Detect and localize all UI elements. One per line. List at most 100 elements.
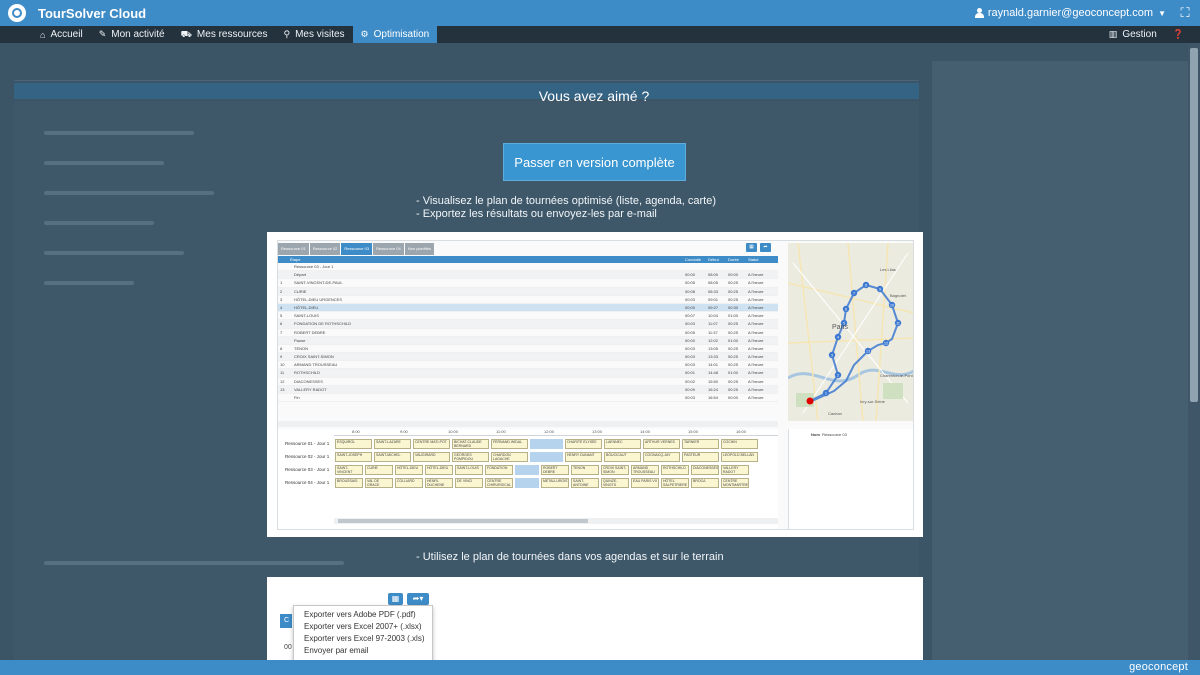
preview-column-header: Statut — [748, 257, 759, 262]
planning-preview-frame: Ressource 01 Ressource 02 Ressource 03 Ress… — [277, 240, 914, 530]
pencil-icon: ✎ — [98, 29, 107, 39]
preview-table-row: Fin 00:03 16:54 00:00 A l'heure — [278, 394, 778, 403]
nav-item-optimisation[interactable]: ⚙ Optimisation — [352, 26, 438, 43]
preview-table-body: Ressource 03 - Jour 1 Départ 00:00 08:00 00:… — [278, 263, 778, 403]
gantt-hour-label: 13:00 — [592, 429, 603, 434]
preview-cell: Ressource 03 - Jour 1 — [294, 264, 334, 269]
preview-cell: A l'heure — [748, 354, 764, 360]
preview-table-row: 2 CURIE 00:08 08:33 00:25 A l'heure — [278, 287, 778, 296]
preview-cell: 00:05 — [685, 329, 696, 335]
preview-cell: HÔTEL-DIEU URGENCES — [294, 296, 343, 302]
gantt-row-label: Ressource 04 - Jour 1 — [285, 480, 330, 485]
user-icon — [974, 8, 984, 18]
gantt-stop-block: CENTRE CHIRURGICAL — [485, 478, 513, 488]
gantt-stop-block: DE VINCI — [455, 478, 483, 488]
preview-cell: 00:25 — [728, 329, 739, 335]
preview-cell: 14:48 — [708, 370, 719, 376]
preview-cell: A l'heure — [748, 329, 764, 335]
nav-item-label: Mon activité — [111, 29, 165, 40]
preview-cell: 00:03 — [685, 362, 696, 368]
export-xlsx-item: Exporter vers Excel 2007+ (.xlsx) — [304, 622, 422, 631]
feature-item: - Exportez les résultats ou envoyez-les … — [416, 208, 657, 220]
preview-cell: 09:01 — [708, 296, 719, 302]
map-place-label: Bagnolet — [890, 293, 907, 298]
user-menu[interactable]: raynald.garnier@geoconcept.com ▼ — [974, 0, 1166, 26]
feature-list: - Visualisez le plan de tournées optimis… — [416, 195, 716, 221]
preview-cell: CURIE — [294, 288, 307, 294]
route-stop-number: 12 — [884, 341, 888, 345]
preview-cell: A l'heure — [748, 272, 764, 278]
preview-cell: 08:05 — [708, 280, 719, 286]
gantt-stop-block: HÔTEL-DIEU — [425, 465, 453, 475]
preview-table-row: 13 VALLERY RADOT 00:09 16:24 00:25 A l'heure — [278, 385, 778, 394]
nav-item-mes-visites[interactable]: ⚲ Mes visites — [276, 26, 353, 43]
preview-cell: 00:08 — [685, 288, 696, 294]
preview-cell: 01:00 — [728, 370, 739, 376]
nav-item-gestion[interactable]: ▥ Gestion — [1101, 26, 1165, 43]
nav-item-mon-activite[interactable]: ✎ Mon activité — [91, 26, 173, 43]
gantt-scrollbar — [334, 518, 778, 524]
preview-cell: 00:03 — [685, 321, 696, 327]
preview-tab: Non planifiés — [404, 243, 434, 255]
preview-cell: Pause — [294, 337, 306, 343]
preview-table-row: 3 HÔTEL-DIEU URGENCES 00:03 09:01 00:25 A l'h… — [278, 296, 778, 304]
route-stop-number: 10 — [890, 303, 894, 307]
background-toolbar — [14, 61, 919, 81]
gantt-stop-block: SAINT-JOSEPH — [335, 452, 372, 462]
preview-cell: 11 — [280, 370, 285, 376]
preview-cell: A l'heure — [748, 386, 764, 392]
preview-cell: 00:02 — [685, 378, 696, 384]
preview-cell: A l'heure — [748, 378, 764, 384]
nav-item-label: Optimisation — [373, 29, 430, 40]
preview-cell: 00:09 — [685, 386, 696, 392]
truck-icon: ⛟ — [180, 28, 192, 39]
preview-tab: Ressource 03 — [341, 243, 373, 255]
map-place-label: Cachan — [828, 411, 842, 416]
preview-cell: 13:05 — [708, 345, 719, 351]
gantt-stop-block: QUINZE-VINGTS — [601, 478, 629, 488]
gantt-stop-block: METALLURGISTES — [541, 478, 569, 488]
gantt-hour-label: 11:00 — [496, 429, 506, 434]
preview-cell: A l'heure — [748, 313, 764, 319]
share-icon: ➦ — [760, 243, 771, 252]
gantt-stop-block: ARMAND TROUSSEAU — [631, 465, 659, 475]
gantt-stop-block: VAUGIRARD — [413, 452, 450, 462]
page-scrollbar-thumb[interactable] — [1190, 48, 1198, 402]
gantt-stop-block: LAENNEC — [604, 439, 641, 449]
gantt-stop-block: CENTRE MATI-POT — [413, 439, 450, 449]
caret-down-icon: ▼ — [1158, 8, 1166, 18]
nav-item-mes-ressources[interactable]: ⛟ Mes ressources — [173, 26, 276, 43]
preview-cell: 00:03 — [685, 395, 696, 400]
gantt-stop-block: SAINT-LOUIS — [455, 465, 483, 475]
nav-item-label: Accueil — [50, 29, 83, 40]
gantt-stop-block: BOUCICAUT — [604, 452, 641, 462]
preview-cell: A l'heure — [748, 280, 764, 286]
preview-table-row: 4 HÔTEL-DIEU 00:00 09:27 00:30 A l'heure — [278, 303, 778, 313]
gantt-hour-label: 9:00 — [400, 429, 408, 434]
preview-table-row: 10 ARMAND TROUSSEAU 00:03 14:01 00:25 A l'heu… — [278, 361, 778, 370]
preview-column-header: Début — [708, 257, 719, 262]
export-pdf-item: Exporter vers Adobe PDF (.pdf) — [304, 610, 416, 619]
app-logo-icon[interactable] — [8, 4, 26, 22]
detail-value: Ressource 03 — [822, 432, 847, 437]
gantt-break-block — [515, 478, 539, 488]
route-stop-number: 6 — [845, 307, 847, 311]
gantt-stop-block: VALLERY RADOT — [721, 465, 749, 475]
preview-cell: A l'heure — [748, 370, 764, 376]
nav-item-help[interactable]: ❓ — [1165, 26, 1192, 43]
upgrade-button[interactable]: Passer en version complète — [503, 143, 686, 181]
export-dropdown-menu: Exporter vers Adobe PDF (.pdf) Exporter … — [293, 605, 433, 660]
preview-cell: 00:25 — [728, 280, 739, 286]
export-toolbar: ▦ ➦▾ — [388, 593, 429, 605]
help-icon: ❓ — [1172, 29, 1184, 39]
preview-cell: VALLERY RADOT — [294, 386, 327, 392]
preview-cell: ARMAND TROUSSEAU — [294, 362, 338, 368]
fullscreen-icon[interactable]: ⛶ — [1178, 6, 1192, 20]
preview-cell: 00:03 — [685, 354, 696, 360]
preview-cell: 11:07 — [708, 321, 718, 327]
preview-cell: 00:00 — [728, 395, 739, 400]
preview-table-header: Étape Conduite Début Durée Statut — [278, 256, 778, 263]
preview-cell: 8 — [280, 345, 283, 351]
nav-item-accueil[interactable]: ⌂ Accueil — [32, 26, 91, 43]
preview-table-row: 12 DIACONESSES 00:02 15:50 00:25 A l'heure — [278, 378, 778, 386]
